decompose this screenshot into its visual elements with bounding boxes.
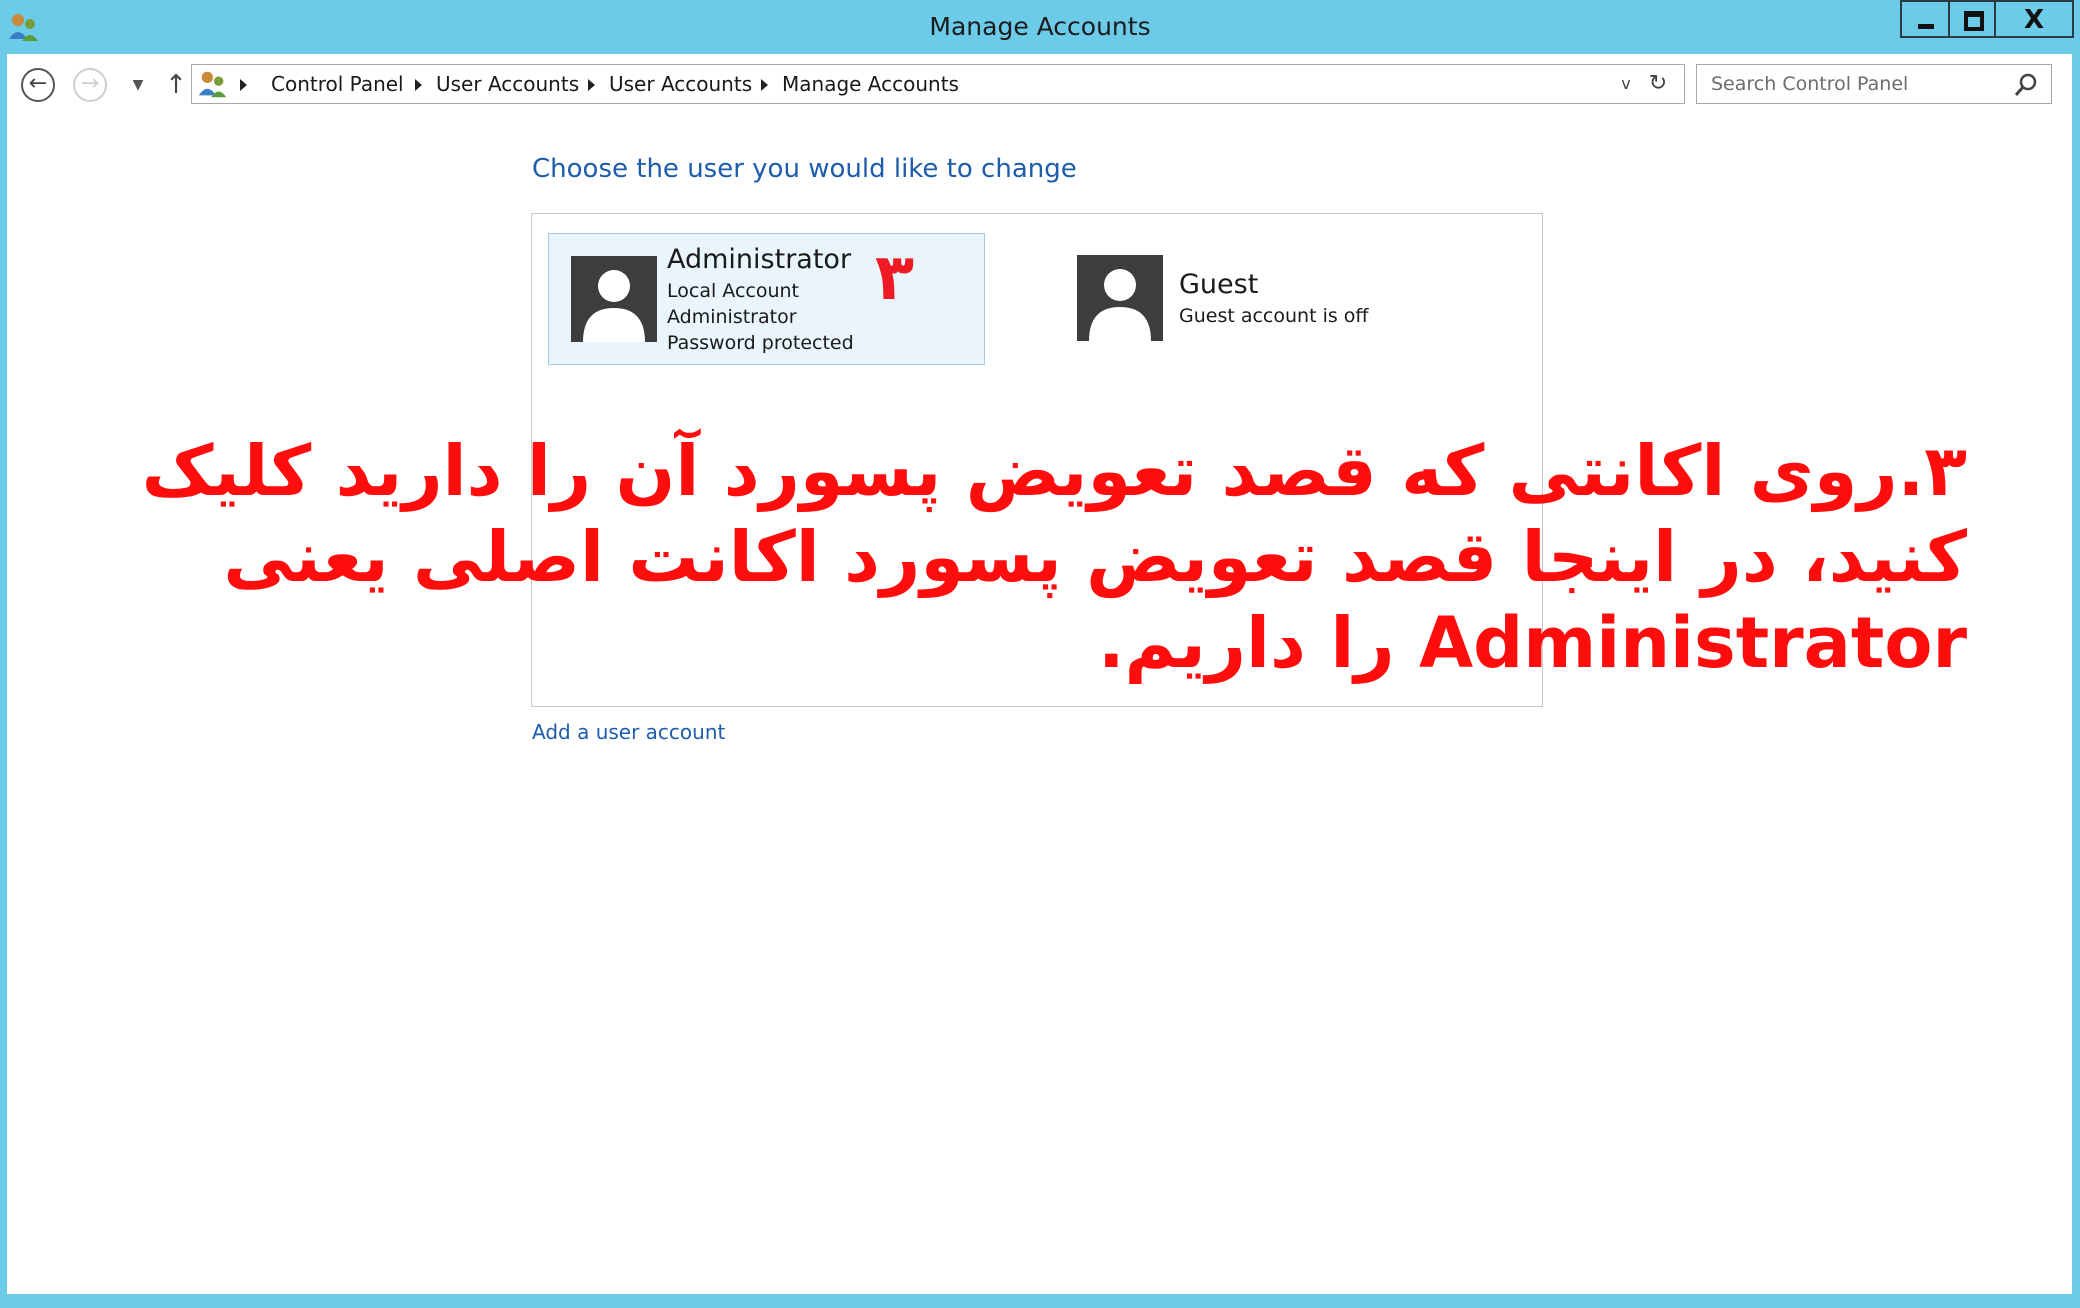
step-number-annotation: ۳ [875, 241, 915, 315]
address-dropdown-button[interactable]: v [1612, 65, 1640, 103]
user-accounts-icon [198, 71, 227, 98]
account-detail: Guest account is off [1179, 305, 1369, 327]
breadcrumb-separator-icon[interactable] [240, 79, 247, 91]
breadcrumb-manage-accounts[interactable]: Manage Accounts [782, 65, 959, 103]
up-arrow-icon: ↑ [165, 70, 187, 100]
breadcrumb-user-accounts-sub[interactable]: User Accounts [609, 65, 752, 103]
search-input[interactable] [1696, 64, 2052, 104]
recent-locations-button[interactable]: ▼ [123, 68, 153, 102]
search-icon[interactable] [2011, 70, 2041, 100]
title-bar: Manage Accounts X [0, 0, 2080, 54]
breadcrumb-user-accounts[interactable]: User Accounts [436, 65, 579, 103]
account-detail: Administrator [667, 306, 797, 328]
address-bar[interactable]: Control Panel User Accounts User Account… [191, 64, 1685, 104]
account-name: Administrator [667, 244, 852, 275]
back-button[interactable]: ← [21, 68, 55, 102]
account-detail: Password protected [667, 332, 854, 354]
close-button[interactable]: X [1994, 0, 2074, 38]
user-avatar-icon [1077, 255, 1163, 341]
chevron-down-icon: ▼ [132, 77, 144, 93]
instruction-annotation: ۳.روی اکانتی که قصد تعویض پسورد آن را دا… [141, 430, 1967, 684]
breadcrumb-separator-icon[interactable] [588, 79, 595, 91]
account-tile-guest[interactable]: Guest Guest account is off [1057, 233, 1497, 365]
add-user-account-link[interactable]: Add a user account [532, 720, 725, 744]
maximize-button[interactable] [1948, 0, 1996, 38]
forward-button[interactable]: → [73, 68, 107, 102]
account-name: Guest [1179, 269, 1259, 300]
breadcrumb-separator-icon[interactable] [761, 79, 768, 91]
forward-arrow-icon: → [80, 71, 100, 96]
account-detail: Local Account [667, 280, 799, 302]
back-arrow-icon: ← [28, 71, 48, 96]
refresh-button[interactable]: ↻ [1642, 65, 1674, 103]
breadcrumb-separator-icon[interactable] [415, 79, 422, 91]
window-title: Manage Accounts [929, 12, 1151, 41]
minimize-button[interactable] [1900, 0, 1950, 38]
page-heading: Choose the user you would like to change [532, 154, 1077, 184]
account-tile-administrator[interactable]: Administrator Local Account Administrato… [548, 233, 985, 365]
window-content: ← → ▼ ↑ Control Panel User Accounts User… [7, 54, 2072, 1294]
close-icon: X [2023, 5, 2045, 35]
user-avatar-icon [571, 256, 657, 342]
up-button[interactable]: ↑ [159, 68, 193, 102]
breadcrumb-control-panel[interactable]: Control Panel [271, 65, 404, 103]
